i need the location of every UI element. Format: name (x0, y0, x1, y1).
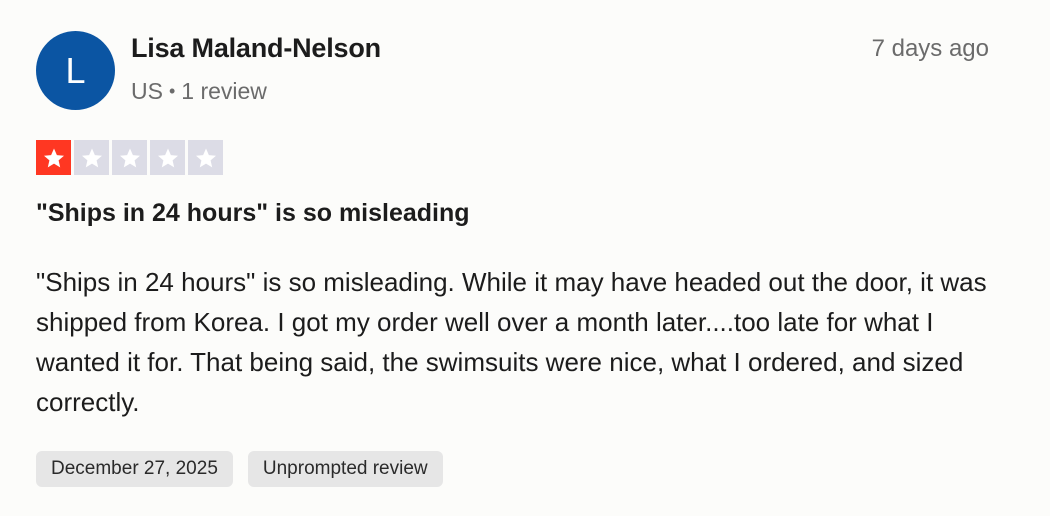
avatar[interactable]: L (36, 31, 115, 110)
meta-separator: • (168, 81, 176, 101)
review-text: "Ships in 24 hours" is so misleading. Wh… (36, 267, 987, 417)
star-empty-icon (150, 140, 185, 175)
reviewer-review-count: 1 review (181, 78, 267, 104)
review-card: L Lisa Maland-Nelson US • 1 review 7 day… (0, 0, 1050, 516)
review-title[interactable]: "Ships in 24 hours" is so misleading (36, 199, 470, 228)
review-tags: December 27, 2025 Unprompted review (36, 451, 443, 487)
reviewer-name[interactable]: Lisa Maland-Nelson (131, 33, 381, 64)
avatar-initial: L (65, 49, 86, 91)
reviewer-meta: US • 1 review (131, 78, 267, 105)
reviewer-country: US (131, 78, 163, 104)
star-filled-icon (36, 140, 71, 175)
review-type-badge[interactable]: Unprompted review (247, 451, 443, 487)
star-empty-icon (112, 140, 147, 175)
experience-date-badge: December 27, 2025 (36, 451, 233, 487)
posted-date: 7 days ago (871, 35, 989, 62)
star-rating (36, 140, 223, 175)
star-empty-icon (188, 140, 223, 175)
star-empty-icon (74, 140, 109, 175)
